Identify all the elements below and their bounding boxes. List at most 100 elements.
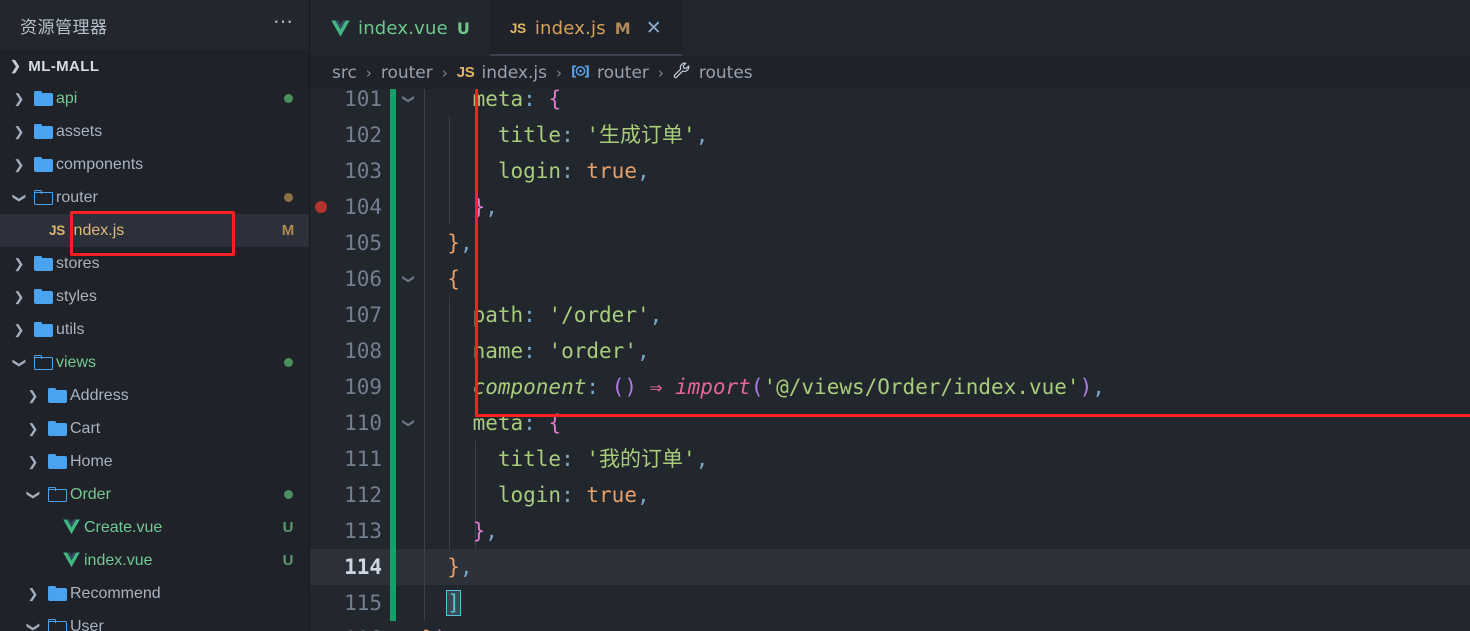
- tree-item-index-vue[interactable]: index.vue U: [0, 544, 309, 577]
- folder-open-icon: [30, 355, 56, 370]
- code-line[interactable]: 111 title: '我的订单',: [310, 441, 1470, 477]
- breadcrumb-separator: ›: [441, 63, 448, 82]
- code-line[interactable]: 110 ❯ meta: {: [310, 405, 1470, 441]
- tree-item-components[interactable]: ❯ components: [0, 148, 309, 181]
- line-gutter[interactable]: 108: [310, 333, 390, 369]
- vue-icon: [330, 19, 350, 37]
- code-line[interactable]: 115 ]: [310, 585, 1470, 621]
- git-status-badge: [267, 354, 309, 371]
- status-dot: [283, 358, 293, 367]
- code-line-text: },: [422, 189, 1470, 225]
- chevron-right-icon: ❯: [13, 90, 25, 106]
- code-line[interactable]: 113 },: [310, 513, 1470, 549]
- line-gutter[interactable]: 112: [310, 477, 390, 513]
- breadcrumb-item-routes[interactable]: routes: [673, 62, 753, 84]
- tree-item-recommend[interactable]: ❯ Recommend: [0, 577, 309, 610]
- breadcrumb-item-router[interactable]: [] router: [571, 63, 649, 83]
- code-line-text: component: () ⇒ import('@/views/Order/in…: [422, 369, 1470, 405]
- ellipsis-icon[interactable]: ⋯: [273, 12, 295, 33]
- code-line[interactable]: 103 login: true,: [310, 153, 1470, 189]
- breadcrumb-item-router[interactable]: router: [381, 63, 433, 83]
- line-gutter[interactable]: 111: [310, 441, 390, 477]
- tab-index-vue[interactable]: index.vue U: [310, 0, 490, 56]
- line-number: 109: [344, 375, 382, 399]
- tree-item-label: Address: [70, 386, 129, 404]
- js-icon: JS: [456, 64, 475, 81]
- line-gutter[interactable]: 101: [310, 89, 390, 117]
- tree-item-label: styles: [56, 287, 97, 305]
- tree-item-label: Recommend: [70, 584, 161, 602]
- code-line[interactable]: 107 path: '/order',: [310, 297, 1470, 333]
- line-gutter[interactable]: 106: [310, 261, 390, 297]
- git-status-badge: U: [282, 552, 294, 569]
- code-line[interactable]: 114 },: [310, 549, 1470, 585]
- line-gutter[interactable]: 105: [310, 225, 390, 261]
- chevron-right-icon: ❯: [13, 288, 25, 304]
- tree-item-api[interactable]: ❯ api: [0, 82, 309, 115]
- line-gutter[interactable]: 115: [310, 585, 390, 621]
- line-gutter[interactable]: 116: [310, 621, 390, 631]
- fold-placeholder: [396, 153, 422, 189]
- tree-item-label: Order: [70, 485, 111, 503]
- explorer-title: 资源管理器: [20, 17, 108, 38]
- fold-chevron-icon[interactable]: ❯: [396, 405, 422, 441]
- line-gutter[interactable]: 107: [310, 297, 390, 333]
- tree-item-index-js[interactable]: JS index.js M: [0, 214, 309, 247]
- code-editor[interactable]: 101 ❯ meta: {102 title: '生成订单', 103 login:…: [310, 89, 1470, 631]
- workspace-root[interactable]: ❯ ML-MALL: [0, 50, 309, 82]
- breakpoint-icon[interactable]: [315, 201, 327, 213]
- breadcrumb-label: router: [380, 62, 433, 83]
- code-line[interactable]: 112 login: true,: [310, 477, 1470, 513]
- fold-chevron-icon[interactable]: ❯: [396, 261, 422, 297]
- tab-index-js[interactable]: JS index.js M ✕: [489, 0, 682, 56]
- tree-item-stores[interactable]: ❯ stores: [0, 247, 309, 280]
- code-line[interactable]: 106 ❯ {: [310, 261, 1470, 297]
- git-status-badge: M: [281, 222, 295, 239]
- line-gutter[interactable]: 114: [310, 549, 390, 585]
- code-line[interactable]: 105 },: [310, 225, 1470, 261]
- folder-icon: [30, 289, 56, 304]
- line-number: 113: [344, 519, 382, 543]
- chevron-right-icon: ❯: [27, 387, 39, 403]
- code-line[interactable]: 102 title: '生成订单',: [310, 117, 1470, 153]
- vue-file-icon: [58, 552, 84, 569]
- line-number: 116: [344, 621, 382, 631]
- tree-item-router[interactable]: ❯ router: [0, 181, 309, 214]
- tree-item-views[interactable]: ❯ views: [0, 346, 309, 379]
- line-number: 102: [344, 123, 382, 147]
- tree-item-user[interactable]: ❯ User: [0, 610, 309, 631]
- breadcrumb-label: routes: [698, 62, 753, 83]
- breadcrumb[interactable]: src › router › JS index.js › [] router › routes: [310, 56, 1470, 89]
- line-number: 104: [344, 195, 382, 219]
- code-line[interactable]: 108 name: 'order',: [310, 333, 1470, 369]
- file-tree[interactable]: ❯ api ❯ assets ❯ components ❯ router JS index.js M…: [0, 82, 309, 631]
- tree-item-home[interactable]: ❯ Home: [0, 445, 309, 478]
- line-gutter[interactable]: 104: [310, 189, 390, 225]
- tree-item-styles[interactable]: ❯ styles: [0, 280, 309, 313]
- tree-item-cart[interactable]: ❯ Cart: [0, 412, 309, 445]
- breadcrumb-item-index-js[interactable]: JS index.js: [457, 63, 547, 83]
- tree-item-order[interactable]: ❯ Order: [0, 478, 309, 511]
- code-line[interactable]: 109 component: () ⇒ import('@/views/Orde…: [310, 369, 1470, 405]
- code-line-text: login: true,: [422, 477, 1470, 513]
- close-icon[interactable]: ✕: [646, 18, 662, 38]
- code-line[interactable]: 116}): [310, 621, 1470, 631]
- breadcrumb-item-src[interactable]: src: [332, 63, 357, 83]
- line-gutter[interactable]: 109: [310, 369, 390, 405]
- code-line-text: {: [422, 261, 1470, 297]
- line-gutter[interactable]: 103: [310, 153, 390, 189]
- folder-icon: [44, 586, 70, 601]
- tree-item-address[interactable]: ❯ Address: [0, 379, 309, 412]
- line-gutter[interactable]: 113: [310, 513, 390, 549]
- code-line[interactable]: 104 },: [310, 189, 1470, 225]
- tree-item-assets[interactable]: ❯ assets: [0, 115, 309, 148]
- code-line-text: },: [422, 513, 1470, 549]
- tree-item-create-vue[interactable]: Create.vue U: [0, 511, 309, 544]
- code-line-text: },: [422, 549, 1470, 585]
- fold-chevron-icon[interactable]: ❯: [396, 89, 422, 117]
- git-status-badge: [267, 189, 309, 206]
- line-gutter[interactable]: 102: [310, 117, 390, 153]
- code-line[interactable]: 101 ❯ meta: {: [310, 89, 1470, 117]
- tree-item-utils[interactable]: ❯ utils: [0, 313, 309, 346]
- line-gutter[interactable]: 110: [310, 405, 390, 441]
